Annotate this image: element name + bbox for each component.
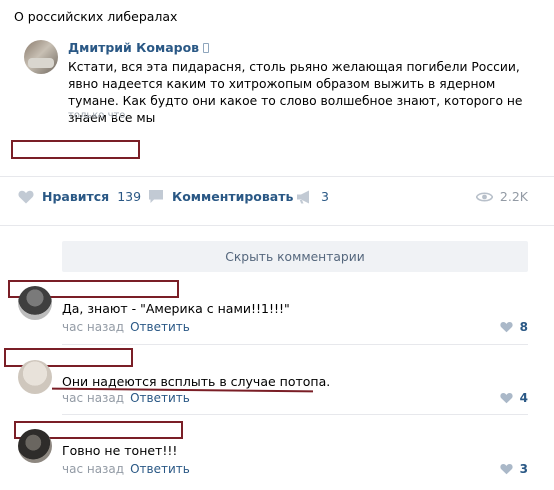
commenter-avatar[interactable] (18, 429, 52, 463)
like-label: Нравится (42, 189, 110, 204)
heart-icon (500, 392, 513, 404)
author-avatar[interactable] (24, 40, 58, 74)
views-count: 2.2K (499, 189, 528, 204)
megaphone-icon (297, 190, 309, 203)
author-name[interactable]: Дмитрий Комаров (68, 40, 199, 55)
eye-icon (475, 191, 493, 202)
heart-icon (18, 190, 34, 203)
divider (0, 176, 554, 177)
comment-like-button[interactable]: 3 (500, 462, 528, 476)
comment-text: Они надеются всплыть в случае потопа. (62, 374, 331, 389)
heart-icon (500, 463, 513, 475)
post-title: О российских либералах (14, 9, 178, 24)
views-counter: 2.2K (475, 189, 528, 204)
comment-text: Говно не тонет!!! (62, 443, 178, 458)
comment-icon (149, 190, 163, 203)
commenter-avatar[interactable] (18, 286, 52, 320)
divider (62, 414, 528, 415)
hide-comments-button[interactable]: Скрыть комментарии (62, 241, 528, 272)
comment-time[interactable]: час назад (62, 462, 124, 476)
comment-meta: час назад Ответить (62, 391, 190, 405)
repost-timestamp[interactable]: только что (68, 110, 125, 121)
heart-icon (500, 321, 513, 333)
divider (0, 225, 554, 226)
comment-label: Комментировать (172, 189, 294, 204)
repost-text: Кстати, вся эта пидарасня, столь рьяно ж… (68, 60, 523, 125)
author-name-row[interactable]: Дмитрий Комаров (68, 40, 210, 55)
mobile-icon (203, 43, 210, 53)
like-button[interactable]: Нравится 139 (18, 189, 141, 204)
reply-link[interactable]: Ответить (130, 320, 190, 334)
comment-like-count: 8 (519, 320, 528, 334)
comment-button[interactable]: Комментировать (148, 189, 293, 204)
commenter-avatar[interactable] (18, 360, 52, 394)
post-actions: Нравится 139 Комментировать 3 2.2K (0, 189, 554, 213)
comment-like-count: 3 (519, 462, 528, 476)
comment-meta: час назад Ответить (62, 462, 190, 476)
comment-like-button[interactable]: 8 (500, 320, 528, 334)
comment-time[interactable]: час назад (62, 320, 124, 334)
comment-meta: час назад Ответить (62, 320, 190, 334)
share-button[interactable]: 3 (296, 189, 329, 204)
redaction-box (11, 140, 140, 159)
divider (62, 344, 528, 345)
reply-link[interactable]: Ответить (130, 462, 190, 476)
comment-like-count: 4 (519, 391, 528, 405)
reply-link[interactable]: Ответить (130, 391, 190, 405)
comment-text: Да, знают - "Америка с нами!!1!!!" (62, 301, 290, 316)
like-count: 139 (117, 189, 142, 204)
comment-time[interactable]: час назад (62, 391, 124, 405)
share-count: 3 (321, 189, 329, 204)
comment-like-button[interactable]: 4 (500, 391, 528, 405)
